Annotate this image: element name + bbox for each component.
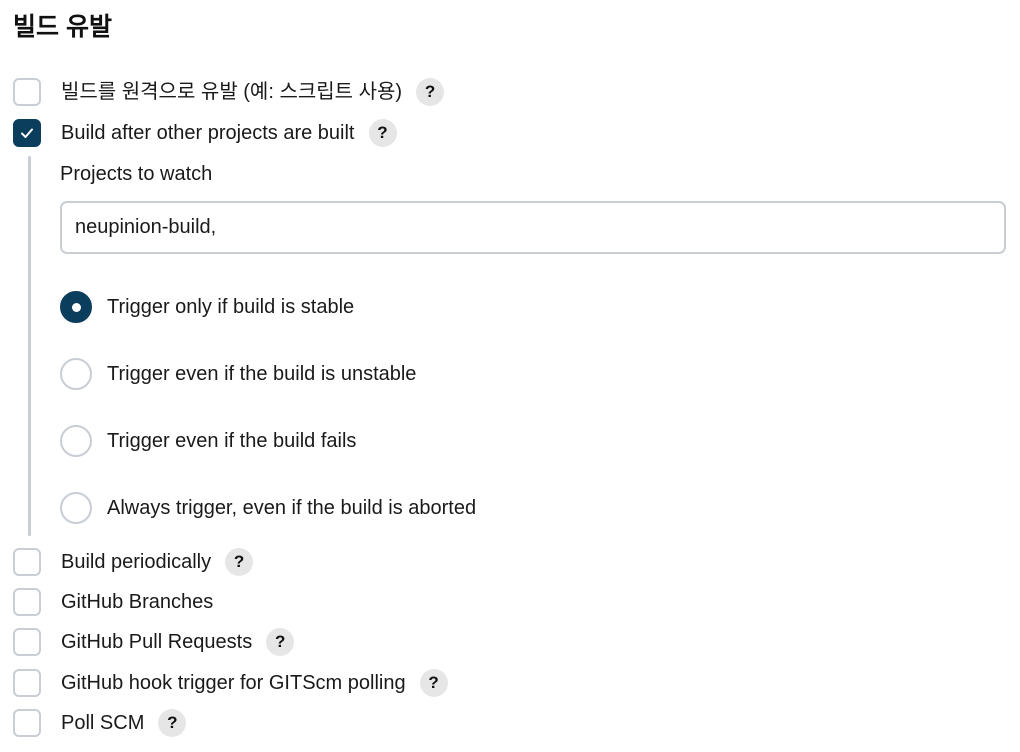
remote-trigger-checkbox[interactable] [13,78,41,106]
trigger-option-label: Always trigger, even if the build is abo… [107,497,477,519]
periodically-label: Build periodically [61,551,212,573]
github-pr-help-icon[interactable]: ? [266,628,295,656]
poll-scm-label: Poll SCM [61,712,145,734]
github-pr-checkbox[interactable] [13,628,41,656]
check-icon [21,128,33,138]
section-title: 빌드 유발 [13,13,112,41]
trigger-github-branches-row[interactable]: GitHub Branches [13,586,213,618]
trigger-option-label: Trigger only if build is stable [107,296,355,318]
trigger-option-label: Trigger even if the build fails [107,430,357,452]
remote-trigger-label: 빌드를 원격으로 유발 (예: 스크립트 사용) [61,81,403,103]
github-branches-checkbox[interactable] [13,588,41,616]
trigger-option-fails[interactable]: Trigger even if the build fails [60,424,356,458]
trigger-option-aborted[interactable]: Always trigger, even if the build is abo… [60,491,476,525]
trigger-option-label: Trigger even if the build is unstable [107,363,417,385]
projects-to-watch-input[interactable] [60,201,1006,254]
trigger-remote-row[interactable]: 빌드를 원격으로 유발 (예: 스크립트 사용) ? [13,76,445,108]
github-pr-label: GitHub Pull Requests [61,631,253,653]
trigger-github-pr-row[interactable]: GitHub Pull Requests ? [13,626,295,658]
trigger-poll-scm-row[interactable]: Poll SCM ? [13,707,187,739]
periodically-help-icon[interactable]: ? [225,548,254,576]
trigger-option-unstable[interactable]: Trigger even if the build is unstable [60,357,416,391]
after-other-help-icon[interactable]: ? [368,119,397,147]
trigger-option-radio[interactable] [60,425,92,457]
trigger-github-hook-row[interactable]: GitHub hook trigger for GITScm polling ? [13,667,448,699]
trigger-option-radio[interactable] [60,492,92,524]
poll-scm-help-icon[interactable]: ? [158,709,187,737]
trigger-option-radio[interactable] [60,358,92,390]
poll-scm-checkbox[interactable] [13,709,41,737]
trigger-after-other-row[interactable]: Build after other projects are built ? [13,117,397,149]
radio-dot-icon [71,302,81,312]
periodically-checkbox[interactable] [13,548,41,576]
trigger-periodically-row[interactable]: Build periodically ? [13,546,254,578]
github-hook-label: GitHub hook trigger for GITScm polling [61,672,406,694]
github-hook-help-icon[interactable]: ? [419,669,448,697]
projects-to-watch-label: Projects to watch [60,163,213,185]
trigger-option-stable[interactable]: Trigger only if build is stable [60,290,354,324]
after-other-checkbox[interactable] [13,119,41,147]
github-branches-label: GitHub Branches [61,591,214,613]
github-hook-checkbox[interactable] [13,669,41,697]
remote-trigger-help-icon[interactable]: ? [416,78,445,106]
trigger-option-radio[interactable] [60,291,92,323]
nested-section-divider [28,156,31,536]
after-other-label: Build after other projects are built [61,122,355,144]
